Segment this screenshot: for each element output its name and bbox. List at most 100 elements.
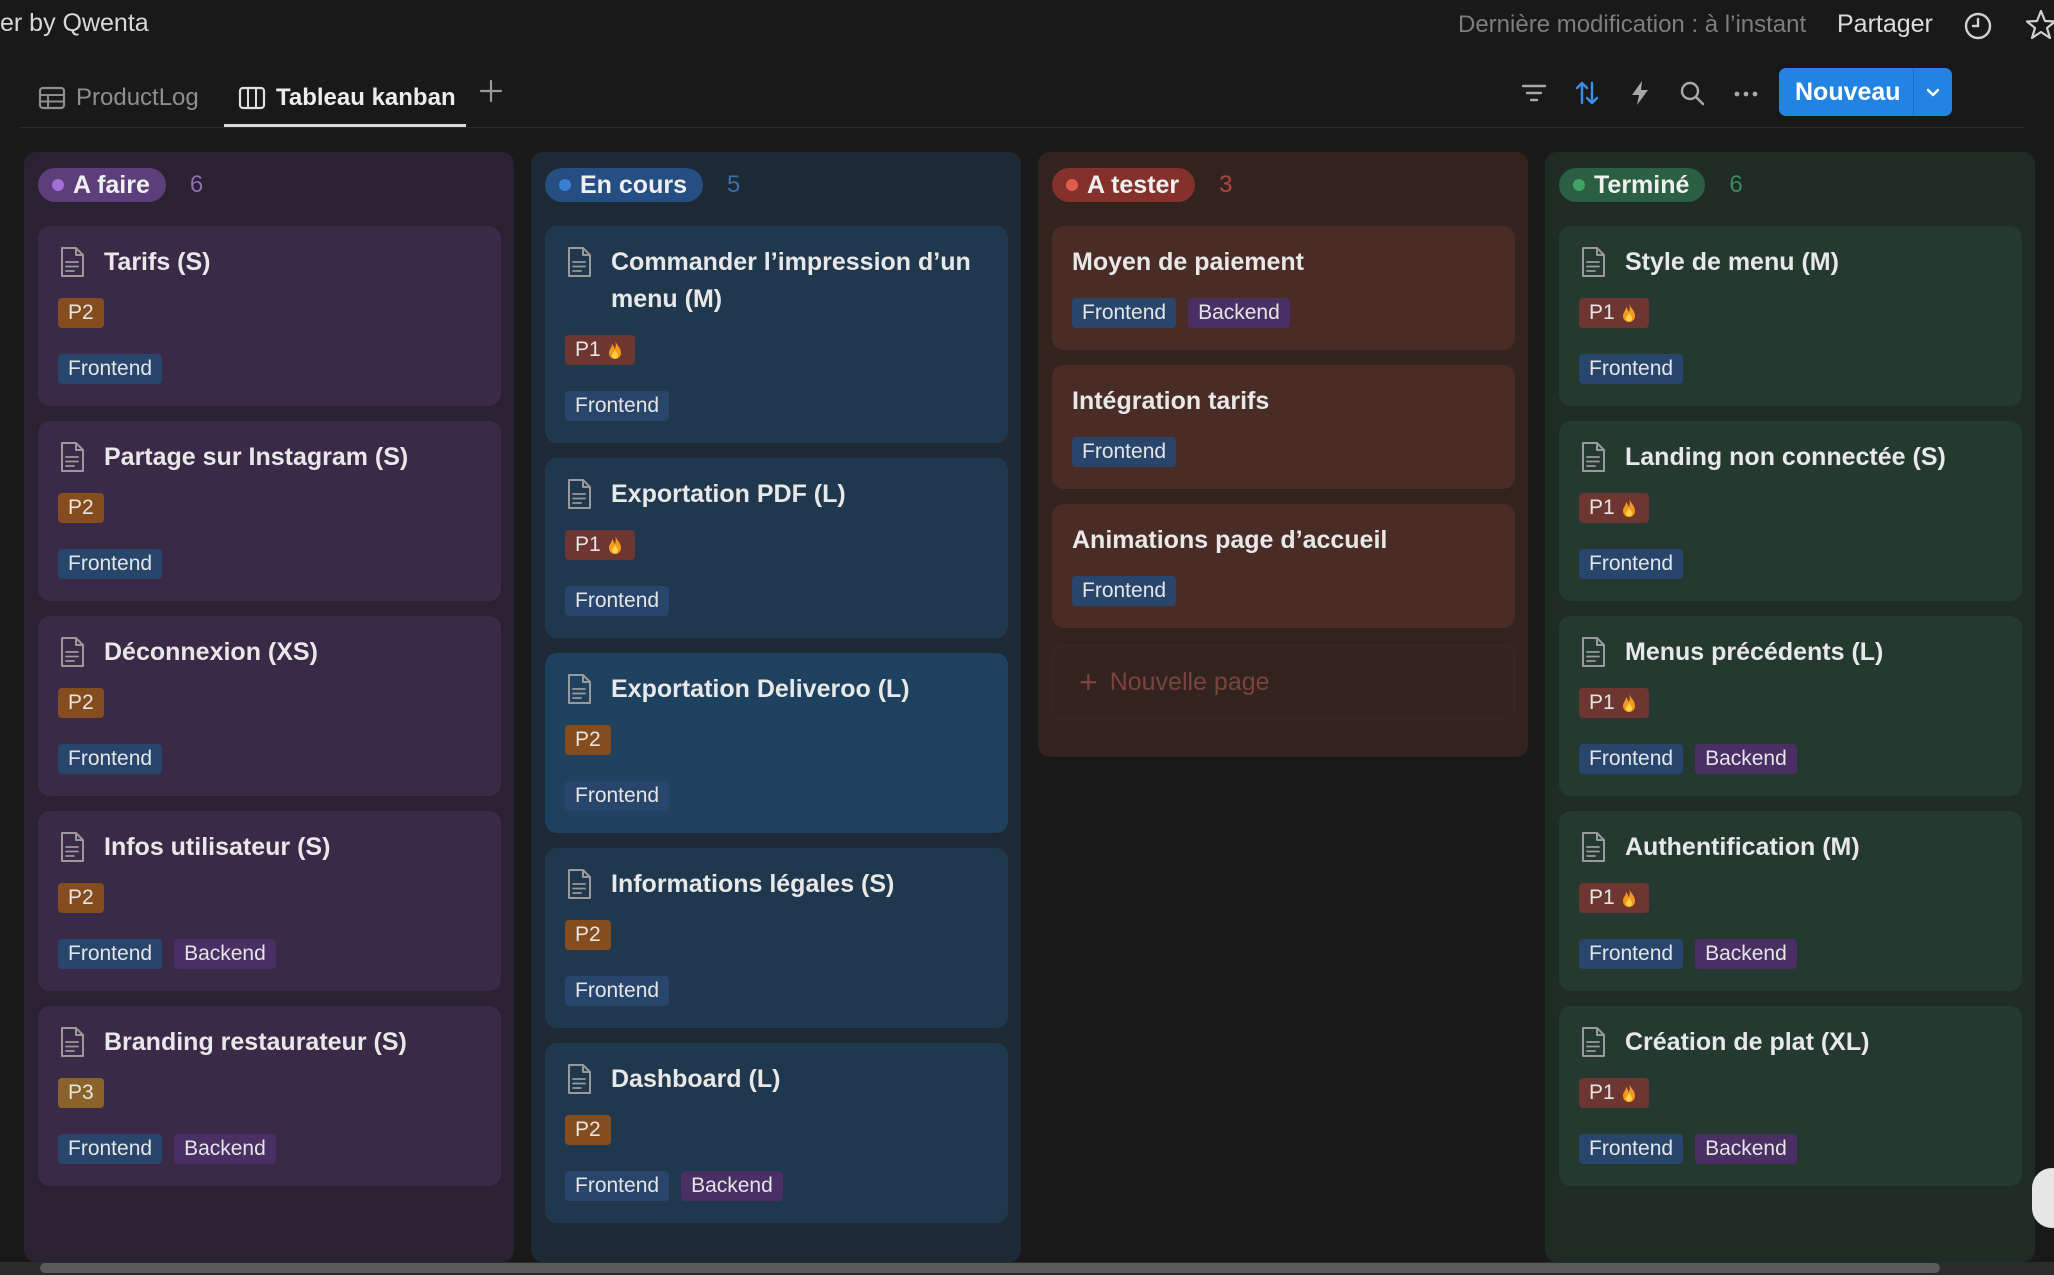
- tag-label: Backend: [1705, 747, 1787, 770]
- tag-label: Frontend: [1589, 747, 1674, 770]
- tag-label: P1: [1589, 886, 1615, 909]
- status-dot: [1066, 179, 1078, 191]
- kanban-card[interactable]: Menus précédents (L) P1 Frontend Backend: [1559, 616, 2022, 796]
- card-title: Moyen de paiement: [1072, 248, 1304, 276]
- tag-label: Frontend: [575, 1174, 660, 1197]
- status-badge[interactable]: En cours: [545, 168, 703, 202]
- new-page-button[interactable]: + Nouvelle page: [1052, 645, 1515, 719]
- kanban-card[interactable]: Tarifs (S) P2 Frontend: [38, 226, 501, 406]
- filter-icon[interactable]: [1519, 78, 1549, 108]
- fire-icon: [1622, 693, 1635, 712]
- tag-label: Backend: [1705, 942, 1787, 965]
- priority-tag: P2: [58, 493, 104, 523]
- status-label: En cours: [580, 170, 687, 199]
- more-icon[interactable]: [1731, 78, 1761, 108]
- category-tag: Backend: [174, 1134, 276, 1164]
- board-column-2: En cours 5 Commander l’impression d’un men…: [531, 152, 1021, 1262]
- category-tag: Frontend: [58, 354, 163, 384]
- kanban-card[interactable]: Authentification (M) P1 Frontend Backend: [1559, 811, 2022, 991]
- new-button[interactable]: Nouveau: [1779, 68, 1952, 116]
- scrollbar-thumb[interactable]: [40, 1263, 1940, 1273]
- category-tag: Frontend: [565, 586, 670, 616]
- page-icon: [1582, 637, 1605, 667]
- kanban-card[interactable]: Exportation PDF (L) P1 Frontend: [545, 458, 1008, 638]
- kanban-card[interactable]: Partage sur Instagram (S) P2 Frontend: [38, 421, 501, 601]
- table-icon: [38, 86, 66, 110]
- column-header[interactable]: A faire 6: [38, 168, 203, 202]
- card-title: Exportation Deliveroo (L): [611, 675, 910, 703]
- priority-row: P2: [58, 688, 104, 718]
- kanban-card[interactable]: Intégration tarifs Frontend: [1052, 365, 1515, 489]
- priority-tag: P2: [565, 920, 611, 950]
- tab-tableau-kanban[interactable]: Tableau kanban: [238, 78, 456, 118]
- fire-icon: [1622, 303, 1635, 322]
- status-badge[interactable]: A faire: [38, 168, 166, 202]
- tag-label: P2: [68, 886, 94, 909]
- kanban-card[interactable]: Landing non connectée (S) P1 Frontend: [1559, 421, 2022, 601]
- kanban-card[interactable]: Création de plat (XL) P1 Frontend Backend: [1559, 1006, 2022, 1186]
- status-label: A tester: [1087, 170, 1180, 199]
- share-button[interactable]: Partager: [1837, 10, 1933, 39]
- tag-label: P1: [1589, 301, 1615, 324]
- tag-label: P1: [575, 533, 601, 556]
- status-label: Terminé: [1594, 170, 1690, 199]
- tag-label: P3: [68, 1081, 94, 1104]
- tag-label: Frontend: [68, 357, 153, 380]
- category-tag: Backend: [174, 939, 276, 969]
- category-tag: Frontend: [1579, 354, 1684, 384]
- tag-label: Frontend: [1589, 1137, 1674, 1160]
- page-icon: [1582, 832, 1605, 862]
- kanban-card[interactable]: Exportation Deliveroo (L) P2 Frontend: [545, 653, 1008, 833]
- priority-tag: P1: [1579, 298, 1649, 328]
- status-dot: [1573, 179, 1585, 191]
- fire-icon: [1622, 498, 1635, 517]
- kanban-card[interactable]: Commander l’impression d’un menu (M) P1 Fr…: [545, 226, 1008, 443]
- column-header[interactable]: Terminé 6: [1559, 168, 1743, 202]
- automation-icon[interactable]: [1625, 78, 1655, 108]
- priority-row: P1: [1579, 493, 1649, 523]
- tab-productlog[interactable]: ProductLog: [38, 78, 199, 118]
- fire-icon: [608, 340, 621, 359]
- kanban-card[interactable]: Moyen de paiement Frontend Backend: [1052, 226, 1515, 350]
- tag-row: Frontend: [565, 781, 670, 811]
- status-badge[interactable]: A tester: [1052, 168, 1196, 202]
- priority-row: P2: [58, 298, 104, 328]
- tag-label: P2: [68, 301, 94, 324]
- category-tag: Backend: [1695, 1134, 1797, 1164]
- kanban-card[interactable]: Déconnexion (XS) P2 Frontend: [38, 616, 501, 796]
- tag-row: Frontend: [1072, 576, 1177, 606]
- category-tag: Frontend: [58, 744, 163, 774]
- card-title: Tarifs (S): [104, 248, 211, 276]
- tag-row: Frontend: [565, 391, 670, 421]
- kanban-card[interactable]: Infos utilisateur (S) P2 Frontend Backend: [38, 811, 501, 991]
- kanban-card[interactable]: Dashboard (L) P2 Frontend Backend: [545, 1043, 1008, 1223]
- clock-icon[interactable]: [1962, 10, 1994, 42]
- sort-icon[interactable]: [1572, 78, 1602, 108]
- priority-row: P2: [565, 920, 611, 950]
- category-tag: Backend: [1695, 939, 1797, 969]
- page-icon: [568, 869, 591, 899]
- status-badge[interactable]: Terminé: [1559, 168, 1706, 202]
- category-tag: Frontend: [1579, 744, 1684, 774]
- tag-label: Frontend: [68, 942, 153, 965]
- priority-tag: P1: [1579, 1078, 1649, 1108]
- tag-label: P2: [575, 923, 601, 946]
- kanban-card[interactable]: Style de menu (M) P1 Frontend: [1559, 226, 2022, 406]
- column-header[interactable]: En cours 5: [545, 168, 740, 202]
- kanban-card[interactable]: Branding restaurateur (S) P3 Frontend Backe…: [38, 1006, 501, 1186]
- side-panel-handle[interactable]: [2032, 1168, 2054, 1228]
- page-icon: [1582, 247, 1605, 277]
- new-button-dropdown[interactable]: [1914, 82, 1952, 102]
- priority-row: P2: [565, 725, 611, 755]
- plus-icon[interactable]: [476, 76, 506, 106]
- priority-row: P2: [565, 1115, 611, 1145]
- kanban-card[interactable]: Informations légales (S) P2 Frontend: [545, 848, 1008, 1028]
- column-header[interactable]: A tester 3: [1052, 168, 1233, 202]
- category-tag: Frontend: [58, 1134, 163, 1164]
- kanban-card[interactable]: Animations page d’accueil Frontend: [1052, 504, 1515, 628]
- card-title: Landing non connectée (S): [1625, 443, 1946, 471]
- fire-icon: [1622, 888, 1635, 907]
- tag-label: Frontend: [68, 552, 153, 575]
- search-icon[interactable]: [1677, 78, 1707, 108]
- star-icon[interactable]: [2024, 8, 2054, 42]
